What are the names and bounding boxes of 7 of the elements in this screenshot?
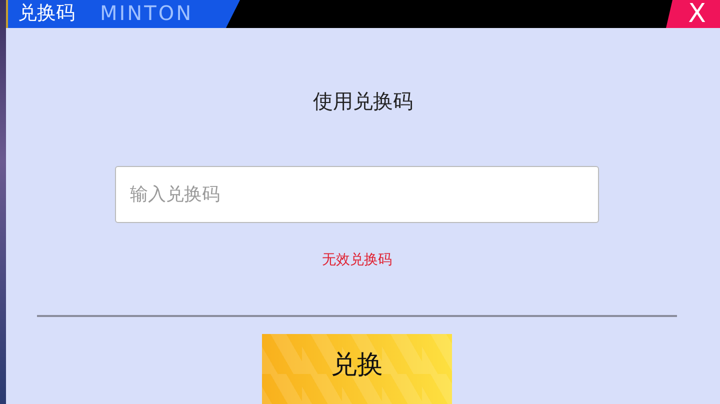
code-input-field[interactable]: 输入兑换码 — [115, 166, 599, 223]
error-message: 无效兑换码 — [322, 251, 392, 269]
close-button[interactable]: X — [666, 0, 720, 28]
title-backdrop-text: MINTON — [100, 1, 194, 25]
dialog-title: 兑换码 — [17, 1, 75, 26]
heading: 使用兑换码 — [313, 88, 413, 115]
redeem-button[interactable]: 兑换 — [262, 334, 452, 404]
